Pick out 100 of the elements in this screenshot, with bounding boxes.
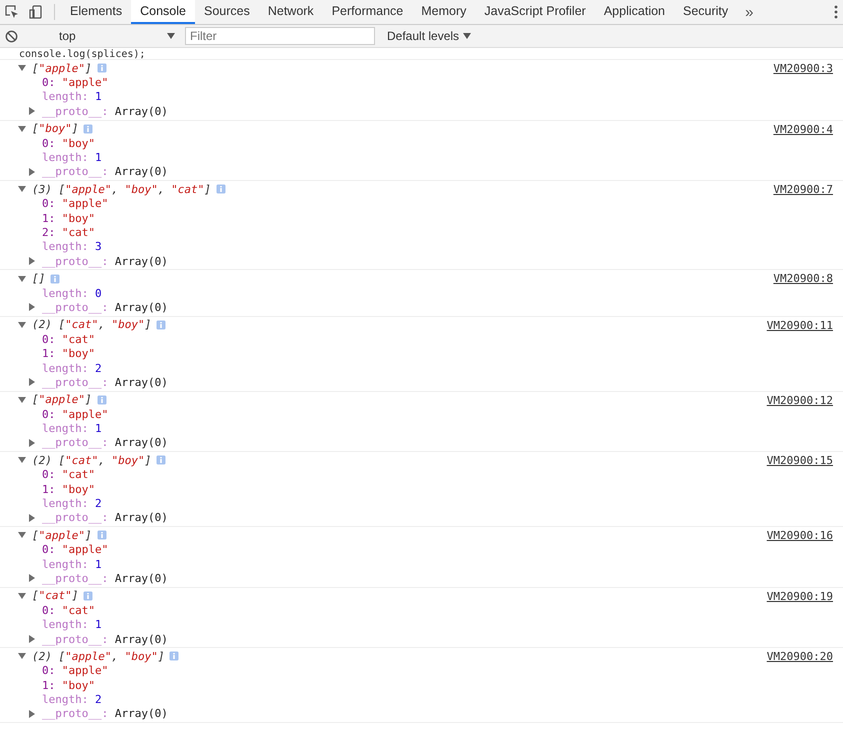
property-line: 0: "boy" <box>42 136 95 150</box>
tab[interactable]: Console <box>131 0 195 24</box>
property-line: 0: "apple" <box>42 408 108 421</box>
array-preview: (2) ["cat", "boy"] <box>32 318 152 332</box>
source-link[interactable]: VM20900:7 <box>773 182 833 198</box>
source-link[interactable]: VM20900:8 <box>773 271 833 286</box>
expanded-triangle-icon[interactable] <box>18 456 26 464</box>
source-link[interactable]: VM20900:12 <box>766 392 833 408</box>
expanded-triangle-icon[interactable] <box>18 396 26 404</box>
collapsed-triangle-icon[interactable] <box>28 514 36 522</box>
expanded-triangle-icon[interactable] <box>18 185 26 194</box>
property-line: length: 2 <box>42 497 102 510</box>
property-line: 0: "cat" <box>42 604 95 617</box>
property-line: length: 2 <box>42 362 102 374</box>
array-preview: ["apple"] <box>32 62 92 75</box>
info-icon <box>83 590 94 601</box>
property-line: __proto__: Array(0) <box>42 707 168 720</box>
array-preview: (2) ["cat", "boy"] <box>32 454 152 467</box>
expanded-triangle-icon[interactable] <box>18 652 26 660</box>
array-preview: ["apple"] <box>32 393 92 406</box>
property-line: 0: "cat" <box>42 332 95 346</box>
property-line: 1: "boy" <box>42 678 95 692</box>
property-line: __proto__: Array(0) <box>42 436 168 450</box>
property-line: __proto__: Array(0) <box>42 632 168 646</box>
property-line: length: 0 <box>42 286 102 300</box>
source-link[interactable]: VM20900:3 <box>773 61 833 76</box>
source-link[interactable]: VM20900:4 <box>773 122 833 137</box>
property-line: length: 1 <box>42 558 102 571</box>
collapsed-triangle-icon[interactable] <box>28 378 36 386</box>
expanded-triangle-icon[interactable] <box>18 274 26 283</box>
info-icon <box>156 320 166 330</box>
info-icon <box>96 63 107 74</box>
source-link[interactable]: VM20900:19 <box>766 588 833 604</box>
expanded-triangle-icon[interactable] <box>18 592 26 600</box>
array-preview: ["cat"] <box>32 589 78 602</box>
expanded-triangle-icon[interactable] <box>18 64 26 72</box>
array-preview: [] <box>32 272 46 286</box>
info-icon <box>50 274 60 284</box>
property-line: length: 1 <box>42 422 102 436</box>
property-line: __proto__: Array(0) <box>42 300 168 314</box>
info-icon <box>96 530 107 540</box>
property-line: __proto__: Array(0) <box>42 254 168 268</box>
dropdown-arrow-icon[interactable] <box>463 32 472 40</box>
property-line: length: 3 <box>42 240 102 254</box>
property-line: length: 1 <box>42 90 102 104</box>
collapsed-triangle-icon[interactable] <box>28 574 36 582</box>
levels-dropdown[interactable]: Default levels <box>381 28 478 44</box>
tab[interactable]: Memory <box>412 0 476 24</box>
info-icon <box>169 651 180 662</box>
source-link[interactable]: VM20900:20 <box>766 649 833 664</box>
property-line: 0: "apple" <box>42 76 108 90</box>
expanded-triangle-icon[interactable] <box>18 320 26 329</box>
source-link[interactable]: VM20900:15 <box>766 453 833 468</box>
property-line: 0: "apple" <box>42 664 108 678</box>
collapsed-triangle-icon[interactable] <box>28 107 36 116</box>
property-line: __proto__: Array(0) <box>42 376 168 389</box>
filter-field[interactable]: Filter <box>185 27 375 45</box>
array-preview: (3) ["apple", "boy", "cat"] <box>32 182 211 196</box>
console-command: console.log(splices); <box>19 49 146 60</box>
collapsed-triangle-icon[interactable] <box>28 438 36 447</box>
expanded-triangle-icon[interactable] <box>18 531 26 540</box>
property-line: __proto__: Array(0) <box>42 511 168 524</box>
property-line: 2: "cat" <box>42 226 95 239</box>
property-line: 1: "boy" <box>42 347 95 360</box>
property-line: 0: "apple" <box>42 543 108 556</box>
collapsed-triangle-icon[interactable] <box>28 635 36 644</box>
collapsed-triangle-icon[interactable] <box>28 303 36 312</box>
property-line: length: 2 <box>42 693 102 706</box>
property-line: __proto__: Array(0) <box>42 104 168 118</box>
collapsed-triangle-icon[interactable] <box>28 710 36 718</box>
tab[interactable]: Security <box>674 0 738 24</box>
tab[interactable]: JavaScript Profiler <box>475 0 595 24</box>
context-selector[interactable]: top <box>29 27 179 45</box>
dropdown-arrow-icon[interactable] <box>167 32 175 40</box>
tab[interactable]: Performance <box>322 0 412 24</box>
property-line: 1: "boy" <box>42 212 95 225</box>
collapsed-triangle-icon[interactable] <box>28 257 36 266</box>
more-tabs-button[interactable]: » <box>737 0 762 24</box>
property-line: __proto__: Array(0) <box>42 165 168 178</box>
property-line: length: 1 <box>42 151 102 164</box>
info-icon <box>216 184 226 194</box>
property-line: length: 1 <box>42 618 102 632</box>
array-preview: ["apple"] <box>32 528 92 542</box>
array-preview: (2) ["apple", "boy"] <box>32 650 164 663</box>
array-preview: ["boy"] <box>32 122 78 136</box>
property-line: 0: "apple" <box>42 197 108 210</box>
tab[interactable]: Application <box>594 0 674 24</box>
expanded-triangle-icon[interactable] <box>18 124 26 133</box>
property-line: __proto__: Array(0) <box>42 572 168 585</box>
tab[interactable]: Elements <box>61 0 132 24</box>
source-link[interactable]: VM20900:11 <box>766 318 833 333</box>
info-icon <box>83 124 94 134</box>
info-icon <box>156 455 166 466</box>
collapsed-triangle-icon[interactable] <box>28 168 36 176</box>
property-line: 1: "boy" <box>42 482 95 496</box>
property-line: 0: "cat" <box>42 468 95 482</box>
tab[interactable]: Network <box>258 0 323 24</box>
info-icon <box>96 394 107 405</box>
tab[interactable]: Sources <box>194 0 259 24</box>
source-link[interactable]: VM20900:16 <box>766 528 833 544</box>
